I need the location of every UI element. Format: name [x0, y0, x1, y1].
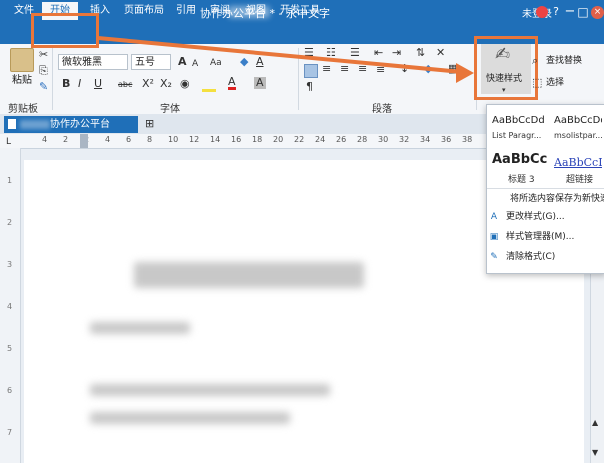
annotation-arrow [97, 36, 474, 83]
arrow-line [97, 36, 463, 74]
arrow-head [456, 63, 474, 83]
